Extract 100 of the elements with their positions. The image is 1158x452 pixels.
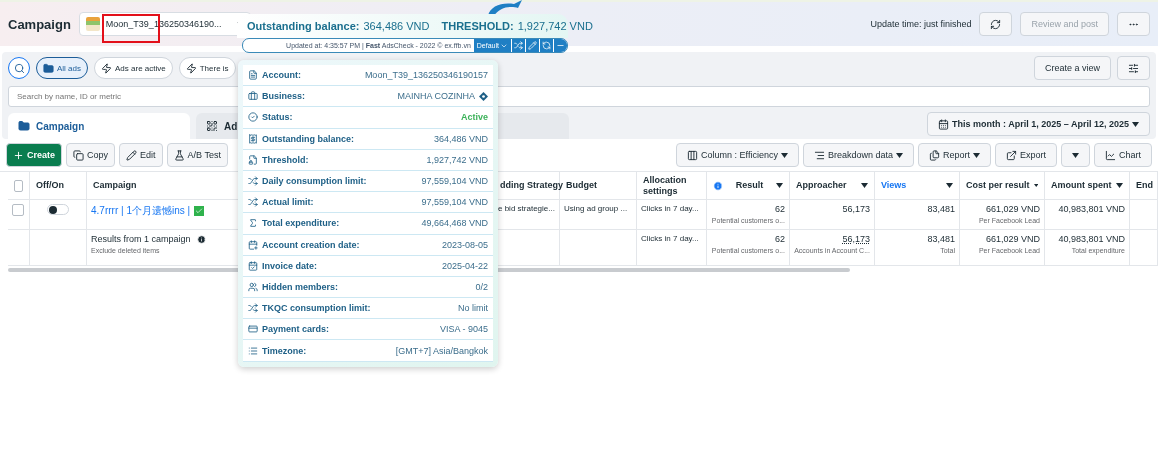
calendar-icon	[248, 239, 258, 250]
caret-icon	[946, 183, 953, 188]
account-flag-icon	[85, 17, 100, 31]
refresh-button[interactable]	[540, 39, 553, 52]
detail-value: 1,927,742 VND	[426, 154, 488, 165]
table-cell: Clicks in 7 day...	[641, 234, 699, 243]
detail-label: Invoice date:	[262, 260, 317, 271]
column-header[interactable]: Allocation settings	[637, 172, 707, 200]
settings-icon	[1128, 62, 1139, 74]
detail-label: Threshold:	[262, 154, 309, 165]
calendar-icon	[938, 118, 950, 130]
lightning-icon	[185, 62, 197, 74]
toolbar-button[interactable]: A/B Test	[166, 143, 228, 167]
detail-label: Hidden members:	[262, 281, 339, 292]
column-header[interactable]: Cost per result	[960, 172, 1045, 200]
column-header[interactable]: Views	[875, 172, 960, 200]
toolbar-button[interactable]: Column : Efficiency	[676, 143, 799, 167]
lightning-icon	[101, 62, 112, 74]
detail-label: Daily consumption limit:	[262, 176, 367, 187]
summary-title: Results from 1 campaign	[91, 234, 191, 244]
shuffle-icon	[248, 303, 258, 314]
detail-value: 97,559,104 VND	[421, 197, 488, 208]
toolbar-button[interactable]: Edit	[119, 143, 163, 167]
table-cell: Clicks in 7 day...	[641, 204, 699, 213]
toolbar-button[interactable]: Chart	[1094, 143, 1152, 167]
caret-icon	[1116, 183, 1123, 188]
flask-icon	[173, 149, 185, 161]
shuffle-button[interactable]	[512, 39, 525, 52]
column-header[interactable]: End	[1130, 172, 1158, 200]
export-icon	[1005, 149, 1017, 161]
dropdown-button[interactable]	[1061, 143, 1090, 167]
chart-icon	[1105, 149, 1116, 161]
toolbar-button[interactable]: Report	[917, 143, 991, 167]
date-range-button[interactable]: This month : April 1, 2025 – April 12, 2025	[927, 112, 1150, 136]
table-cell: 83,481	[927, 234, 955, 244]
detail-value: 2023-08-05	[441, 239, 488, 250]
caret-icon	[780, 152, 788, 158]
table-cell: 661,029 VND	[985, 234, 1040, 244]
list-icon	[248, 345, 258, 356]
table-cell: e bid strategie...	[498, 204, 555, 213]
minimize-button[interactable]	[554, 39, 567, 52]
shuffle-icon	[248, 176, 258, 187]
files-icon	[928, 149, 940, 161]
detail-value: 364,486 VND	[433, 133, 488, 144]
pencil-icon	[528, 41, 537, 50]
detail-value: [GMT+7] Asia/Bangkok	[395, 345, 488, 356]
check-circle-icon	[248, 112, 258, 123]
checkbox[interactable]	[14, 179, 23, 192]
detail-value: 97,559,104 VND	[421, 176, 488, 187]
edit-button[interactable]	[526, 39, 539, 52]
shuffle-icon	[514, 41, 523, 50]
create-view-button[interactable]: Create a view	[1033, 56, 1111, 80]
threshold-label: THRESHOLD:	[441, 20, 514, 32]
campaign-link[interactable]: 4.7rrrr | 1个月遗憾ins |	[91, 204, 191, 218]
search-button[interactable]	[8, 57, 30, 79]
table-cell: Using ad group ...	[564, 204, 628, 213]
detail-label: Actual limit:	[262, 197, 314, 208]
list-icon	[813, 149, 825, 161]
toolbar-button[interactable]: Export	[994, 143, 1057, 167]
info-icon	[713, 180, 723, 191]
column-header[interactable]: Approacher	[790, 172, 875, 200]
caret-icon	[1072, 152, 1079, 158]
create-button[interactable]: Create	[6, 143, 62, 167]
pencil-icon	[126, 149, 138, 161]
page-title: Campaign	[8, 16, 71, 32]
column-header[interactable]: Off/On	[30, 172, 87, 200]
view-tab[interactable]: Campaign	[8, 113, 190, 139]
detail-value: 0/2	[475, 281, 488, 292]
detail-label: Outstanding balance:	[262, 133, 354, 144]
table-cell: 62	[775, 234, 785, 244]
table-cell: 56,173	[842, 234, 870, 244]
column-header[interactable]: Amount spent	[1045, 172, 1130, 200]
caret-icon	[895, 152, 903, 158]
detail-value: 2025-04-22	[441, 260, 488, 271]
credit-card-icon	[248, 324, 258, 335]
filter-chip[interactable]: Ads are active	[94, 57, 173, 79]
detail-label: TKQC consumption limit:	[262, 303, 371, 314]
detail-value: No limit	[458, 303, 488, 314]
filter-chip[interactable]: There is	[178, 57, 236, 79]
folder-icon	[18, 120, 30, 132]
detail-label: Timezone:	[262, 345, 307, 356]
receipt-icon	[248, 133, 258, 144]
detail-value: VISA - 9045	[439, 324, 488, 335]
plus-icon	[13, 149, 24, 161]
detail-label: Account creation date:	[262, 239, 360, 250]
detail-label: Status:	[262, 112, 293, 123]
toggle-switch[interactable]	[47, 204, 69, 215]
filter-chip[interactable]: All ads	[36, 57, 88, 79]
detail-label: Business:	[262, 91, 305, 102]
caret-icon	[776, 183, 783, 188]
threshold-value: 1,927,742 VND	[517, 20, 593, 32]
refresh-icon	[542, 41, 551, 50]
toolbar-button[interactable]: Copy	[66, 143, 116, 167]
column-header[interactable]: Result	[707, 172, 790, 200]
refresh-button[interactable]	[979, 12, 1013, 36]
refresh-icon	[990, 18, 1002, 30]
folder-icon	[43, 62, 54, 74]
checkbox[interactable]	[12, 204, 24, 216]
toolbar-button[interactable]: Breakdown data	[802, 143, 914, 167]
settings-button[interactable]	[1117, 56, 1150, 80]
